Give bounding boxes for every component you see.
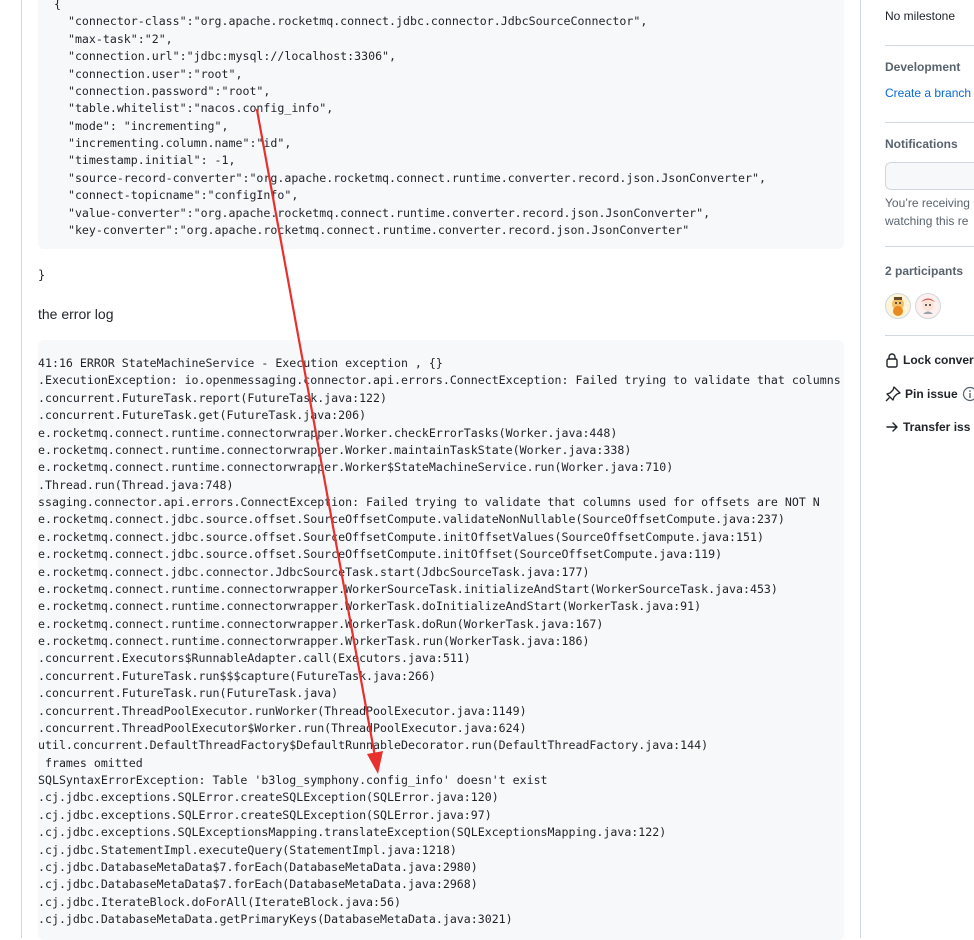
error-log-paragraph: the error log: [38, 306, 114, 322]
error-log-code: 41:16 ERROR StateMachineService - Execut…: [38, 356, 841, 926]
notifications-line2: watching this re: [885, 214, 969, 228]
config-code-block: { "connector-class":"org.apache.rocketmq…: [38, 0, 844, 249]
sidebar-divider: [885, 45, 974, 46]
transfer-issue-label: Transfer iss: [903, 420, 971, 434]
participant-avatar[interactable]: [885, 293, 911, 319]
participants-heading: 2 participants: [885, 264, 964, 278]
notifications-line1: You’re receiving: [885, 196, 970, 210]
transfer-issue-button[interactable]: Transfer iss: [885, 420, 970, 434]
lock-conversation-label: Lock conver: [903, 353, 974, 367]
sidebar-divider: [885, 246, 974, 247]
error-log-code-block: 41:16 ERROR StateMachineService - Execut…: [38, 340, 844, 940]
create-branch-link[interactable]: Create a branch: [885, 86, 974, 100]
avatar-icon: [921, 298, 935, 314]
pin-icon: [885, 386, 901, 402]
sidebar-divider: [885, 122, 974, 123]
config-code: { "connector-class":"org.apache.rocketmq…: [54, 0, 766, 237]
pin-issue-button[interactable]: Pin issue: [885, 386, 974, 402]
participant-avatar[interactable]: [915, 293, 941, 319]
pin-issue-label: Pin issue: [905, 387, 958, 401]
notification-subscribe-button[interactable]: [885, 162, 974, 190]
lock-icon: [886, 353, 898, 368]
info-icon[interactable]: [962, 386, 974, 402]
milestone-value: No milestone: [885, 9, 956, 23]
sidebar-divider: [885, 335, 974, 336]
notifications-heading: Notifications: [885, 137, 958, 151]
avatar-icon: [892, 297, 904, 316]
closing-brace: }: [38, 268, 46, 282]
development-heading: Development: [885, 60, 961, 74]
lock-conversation-button[interactable]: Lock conver: [885, 352, 974, 368]
arrow-right-icon: [886, 422, 898, 432]
